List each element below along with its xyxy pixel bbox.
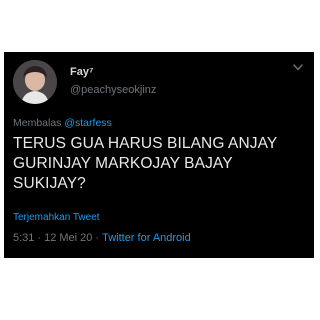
more-options-button[interactable] xyxy=(292,64,304,76)
reply-context: Membalas @starfess xyxy=(13,117,112,129)
tweet-source-link[interactable]: Twitter for Android xyxy=(102,232,191,244)
display-name[interactable]: Fay⁷ xyxy=(70,66,94,78)
meta-separator: · xyxy=(95,232,100,244)
user-handle[interactable]: @peachyseokjinz xyxy=(70,84,156,96)
tweet-time[interactable]: 5:31 xyxy=(13,232,34,244)
tweet-meta: 5:31 · 12 Mei 20 · Twitter for Android xyxy=(13,232,191,244)
tweet-text: TERUS GUA HARUS BILANG ANJAY GURINJAY MA… xyxy=(13,135,278,192)
tweet-card: Fay⁷ @peachyseokjinz Membalas @starfess … xyxy=(4,52,314,258)
tweet-date[interactable]: 12 Mei 20 xyxy=(44,232,92,244)
reply-mention-link[interactable]: @starfess xyxy=(64,117,111,129)
reply-prefix: Membalas xyxy=(13,117,62,129)
meta-separator: · xyxy=(37,232,42,244)
translate-tweet-link[interactable]: Terjemahkan Tweet xyxy=(13,212,100,223)
profile-photo-icon xyxy=(13,60,57,104)
chevron-down-icon xyxy=(293,64,303,71)
avatar[interactable] xyxy=(13,60,57,104)
